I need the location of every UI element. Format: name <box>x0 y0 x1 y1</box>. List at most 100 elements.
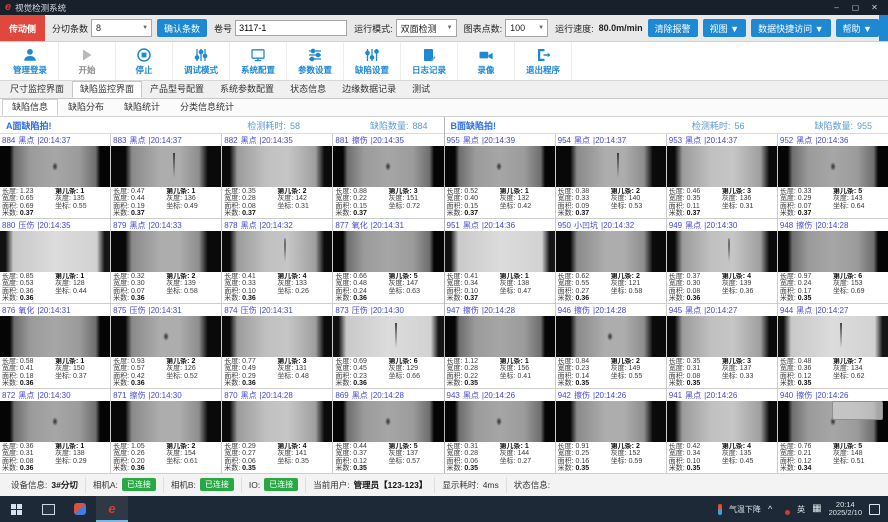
defect-image <box>333 401 443 442</box>
confirm-count-button[interactable]: 确认条数 <box>157 19 207 37</box>
action-button[interactable]: 参数设置 <box>287 42 344 80</box>
action-button[interactable]: 系统配置 <box>230 42 287 80</box>
camera-a-connected-badge: 已连接 <box>122 478 156 491</box>
defect-cell[interactable]: 874压伤|20:14:31 长度: 0.77 宽度: 0.49 面积: 0.2… <box>222 304 332 388</box>
operator-side-button[interactable]: 操作侧 <box>879 15 888 41</box>
defect-cell[interactable]: 946擦伤|20:14:28 长度: 0.84 宽度: 0.23 面积: 0.1… <box>556 304 666 388</box>
action-button[interactable]: 缺陷设置 <box>344 42 401 80</box>
panel-b-defect-count: 缺陷数量:955 <box>814 119 872 132</box>
minimize-button[interactable]: – <box>828 3 845 12</box>
task-view-button[interactable] <box>32 496 64 522</box>
tab[interactable]: 测试 <box>404 81 438 98</box>
defect-image <box>222 316 332 357</box>
defect-cell[interactable]: 881擦伤|20:14:35 长度: 0.88 宽度: 0.22 面积: 0.1… <box>333 134 443 218</box>
close-button[interactable]: ✕ <box>866 3 883 12</box>
defect-measurements: 长度: 0.33 宽度: 0.29 面积: 0.07 米数: 0.37 第几条:… <box>778 187 888 218</box>
tab[interactable]: 分类信息统计 <box>170 99 244 116</box>
tab[interactable]: 产品型号配置 <box>142 81 212 98</box>
defect-cell[interactable]: 943黑点|20:14:26 长度: 0.31 宽度: 0.28 面积: 0.0… <box>445 389 555 473</box>
defect-cell[interactable]: 942擦伤|20:14:26 长度: 0.91 宽度: 0.25 面积: 0.1… <box>556 389 666 473</box>
defect-measurements: 长度: 0.77 宽度: 0.49 面积: 0.29 米数: 0.36 第几条:… <box>222 357 332 388</box>
chart-points-select[interactable]: 100▼ <box>505 19 548 37</box>
tab[interactable]: 缺陷监控界面 <box>72 81 142 98</box>
tab[interactable]: 状态信息 <box>282 81 334 98</box>
defect-cell[interactable]: 955黑点|20:14:39 长度: 0.52 宽度: 0.40 面积: 0.1… <box>445 134 555 218</box>
defect-cell[interactable]: 879黑点|20:14:33 长度: 0.32 宽度: 0.30 面积: 0.0… <box>111 219 221 303</box>
defect-cell[interactable]: 876氧化|20:14:31 长度: 0.58 宽度: 0.41 面积: 0.1… <box>0 304 110 388</box>
panel-b-title: B面缺陷拍! <box>451 119 497 132</box>
action-button[interactable]: 停止 <box>116 42 173 80</box>
defect-cell[interactable]: 877氧化|20:14:31 长度: 0.66 宽度: 0.48 面积: 0.2… <box>333 219 443 303</box>
defect-cell[interactable]: 884黑点|20:14:37 长度: 1.23 宽度: 0.65 面积: 0.6… <box>0 134 110 218</box>
thermometer-icon[interactable] <box>718 504 722 515</box>
defect-cell[interactable]: 873压伤|20:14:30 长度: 0.69 宽度: 0.45 面积: 0.2… <box>333 304 443 388</box>
action-button[interactable]: 开始 <box>59 42 116 80</box>
maximize-button[interactable]: ▢ <box>847 3 864 12</box>
tab[interactable]: 缺陷统计 <box>114 99 170 116</box>
tray-expand-chevron[interactable]: ^ <box>768 504 772 514</box>
run-mode-select[interactable]: 双面检测▼ <box>396 19 457 37</box>
keyboard-icon[interactable]: ▦ <box>812 504 821 514</box>
defect-measurements: 长度: 0.35 宽度: 0.31 面积: 0.08 米数: 0.35 第几条:… <box>667 357 777 388</box>
action-button[interactable]: 日志记录 <box>401 42 458 80</box>
taskbar-app-1[interactable] <box>64 496 96 522</box>
inspection-app-icon: e <box>108 502 115 515</box>
drive-side-button[interactable]: 传动侧 <box>0 15 45 41</box>
toolbar-button[interactable]: 数据快捷访问 ▼ <box>751 19 830 37</box>
tab[interactable]: 尺寸监控界面 <box>2 81 72 98</box>
action-button[interactable]: 退出程序 <box>515 42 572 80</box>
defect-cell[interactable]: 883黑点|20:14:37 长度: 0.47 宽度: 0.44 面积: 0.1… <box>111 134 221 218</box>
system-tray: 气温下降 ^ 英 ▦ 20:14 2025/2/10 <box>718 501 888 518</box>
defect-measurements: 长度: 0.44 宽度: 0.37 面积: 0.12 米数: 0.35 第几条:… <box>333 442 443 473</box>
defect-cell[interactable]: 951黑点|20:14:36 长度: 0.41 宽度: 0.34 面积: 0.1… <box>445 219 555 303</box>
weather-text[interactable]: 气温下降 <box>729 504 761 515</box>
tab[interactable]: 边缘数据记录 <box>334 81 404 98</box>
camera-a-status: 相机A:已连接 <box>86 477 164 492</box>
defect-cell[interactable]: 947擦伤|20:14:28 长度: 1.12 宽度: 0.28 面积: 0.2… <box>445 304 555 388</box>
taskbar-app-active[interactable]: e <box>96 496 128 522</box>
play-icon <box>79 47 95 63</box>
defect-cell[interactable]: 880压伤|20:14:35 长度: 0.85 宽度: 0.53 面积: 0.3… <box>0 219 110 303</box>
defect-cell[interactable]: 941黑点|20:14:26 长度: 0.42 宽度: 0.34 面积: 0.1… <box>667 389 777 473</box>
defect-cell[interactable]: 870黑点|20:14:28 长度: 0.29 宽度: 0.27 面积: 0.0… <box>222 389 332 473</box>
defect-cell[interactable]: 945黑点|20:14:27 长度: 0.35 宽度: 0.31 面积: 0.0… <box>667 304 777 388</box>
defect-cell[interactable]: 878黑点|20:14:32 长度: 0.41 宽度: 0.33 面积: 0.1… <box>222 219 332 303</box>
camera-b-connected-badge: 已连接 <box>200 478 234 491</box>
defect-cell-label: 876氧化|20:14:31 <box>0 304 110 316</box>
tab[interactable]: 缺陷信息 <box>2 99 58 116</box>
defect-cell[interactable]: 954黑点|20:14:37 长度: 0.38 宽度: 0.33 面积: 0.0… <box>556 134 666 218</box>
start-button[interactable] <box>0 496 32 522</box>
action-button[interactable]: 录像 <box>458 42 515 80</box>
defect-cell[interactable]: 950小凹坑|20:14:32 长度: 0.62 宽度: 0.55 面积: 0.… <box>556 219 666 303</box>
tab[interactable]: 缺陷分布 <box>58 99 114 116</box>
defect-cell[interactable]: 949黑点|20:14:30 长度: 0.37 宽度: 0.30 面积: 0.0… <box>667 219 777 303</box>
defect-cell[interactable]: 948擦伤|20:14:28 长度: 0.97 宽度: 0.24 面积: 0.1… <box>778 219 888 303</box>
defect-cell[interactable]: 944黑点|20:14:27 长度: 0.48 宽度: 0.36 面积: 0.1… <box>778 304 888 388</box>
action-button[interactable]: 调试模式 <box>173 42 230 80</box>
action-button[interactable]: 管理登录 <box>2 42 59 80</box>
action-center-icon[interactable] <box>869 504 880 515</box>
defect-cell[interactable]: 875压伤|20:14:31 长度: 0.93 宽度: 0.57 面积: 0.4… <box>111 304 221 388</box>
defect-cell[interactable]: 882黑点|20:14:35 长度: 0.35 宽度: 0.28 面积: 0.0… <box>222 134 332 218</box>
defect-image <box>0 146 110 187</box>
toolbar-button[interactable]: 清除报警 <box>648 19 698 37</box>
taskbar-clock[interactable]: 20:14 2025/2/10 <box>829 501 862 518</box>
toolbar-button[interactable]: 帮助 ▼ <box>836 19 879 37</box>
defect-image <box>333 316 443 357</box>
defect-cell[interactable]: 952黑点|20:14:36 长度: 0.33 宽度: 0.29 面积: 0.0… <box>778 134 888 218</box>
panel-a-title: A面缺陷拍! <box>6 119 52 132</box>
defect-image <box>445 401 555 442</box>
defect-cell[interactable]: 869黑点|20:14:28 长度: 0.44 宽度: 0.37 面积: 0.1… <box>333 389 443 473</box>
defect-cell[interactable]: 953黑点|20:14:37 长度: 0.46 宽度: 0.35 面积: 0.1… <box>667 134 777 218</box>
defect-cell[interactable]: 871擦伤|20:14:30 长度: 1.05 宽度: 0.26 面积: 0.2… <box>111 389 221 473</box>
roll-number-input[interactable] <box>235 20 347 36</box>
defect-cell[interactable]: 872黑点|20:14:30 长度: 0.36 宽度: 0.31 面积: 0.0… <box>0 389 110 473</box>
slit-count-select[interactable]: 8▼ <box>91 19 152 37</box>
toolbar-button[interactable]: 视图 ▼ <box>703 19 746 37</box>
defect-cell-label: 882黑点|20:14:35 <box>222 134 332 146</box>
language-indicator[interactable]: 英 <box>797 504 805 515</box>
panel-side-a: A面缺陷拍! 检测耗时:58 缺陷数量:884 884黑点|20:14:37 长… <box>0 117 444 473</box>
defect-image <box>667 401 777 442</box>
tab[interactable]: 系统参数配置 <box>212 81 282 98</box>
volume-icon[interactable] <box>779 505 790 514</box>
